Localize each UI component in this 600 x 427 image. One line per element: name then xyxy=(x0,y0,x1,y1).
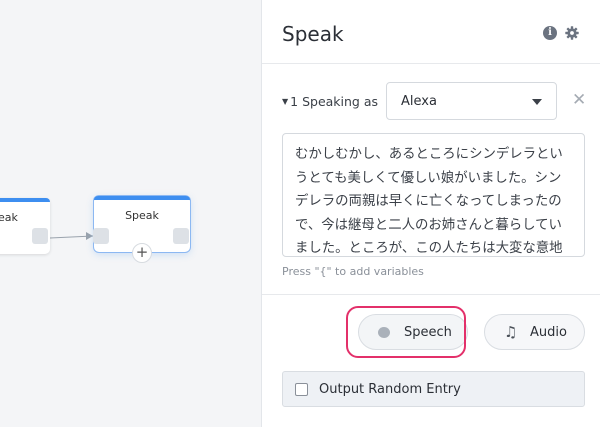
node-header-bar xyxy=(0,198,50,202)
random-entry-checkbox[interactable] xyxy=(295,383,308,396)
caret-down-icon: ▼ xyxy=(282,97,289,106)
panel-title: Speak xyxy=(282,22,344,46)
speaking-toggle[interactable]: ▼ 1 Speaking as xyxy=(282,94,378,109)
speaking-label: 1 Speaking as xyxy=(290,94,379,109)
node-input-port[interactable] xyxy=(93,228,109,244)
node-header-bar xyxy=(94,196,190,200)
music-note-icon: ♫ xyxy=(504,323,518,341)
audio-button-label: Audio xyxy=(530,325,567,340)
flow-canvas[interactable]: eak + Speak + xyxy=(0,0,261,427)
speak-node-left[interactable]: eak + xyxy=(0,198,50,254)
variables-hint: Press "{" to add variables xyxy=(282,265,424,278)
panel-header: Speak i xyxy=(262,0,600,64)
chevron-down-icon xyxy=(532,99,542,105)
divider xyxy=(262,294,600,295)
highlight-annotation xyxy=(346,306,466,358)
editor-panel: Speak i ▼ 1 Speaking as Alexa ✕ むかしむかし、あ… xyxy=(261,0,600,427)
voice-select-value: Alexa xyxy=(401,94,437,109)
voice-select[interactable]: Alexa xyxy=(386,82,557,120)
node-output-port[interactable] xyxy=(173,228,189,244)
random-entry-label: Output Random Entry xyxy=(319,382,461,397)
info-icon[interactable]: i xyxy=(543,26,557,40)
add-step-icon[interactable]: + xyxy=(132,243,152,263)
audio-button[interactable]: ♫ Audio xyxy=(484,314,585,350)
node-output-port[interactable] xyxy=(32,228,48,244)
output-random-entry-row[interactable]: Output Random Entry xyxy=(282,371,585,407)
gear-icon[interactable] xyxy=(565,26,579,40)
close-icon[interactable]: ✕ xyxy=(572,92,586,109)
node-title: eak xyxy=(0,211,18,224)
speech-text-input[interactable]: むかしむかし、あるところにシンデレラというとても美しくて優しい娘がいました。シン… xyxy=(282,133,585,257)
speak-node-selected[interactable]: Speak + xyxy=(93,196,190,263)
node-title: Speak xyxy=(125,209,159,222)
speaking-row: ▼ 1 Speaking as Alexa ✕ xyxy=(282,82,587,120)
